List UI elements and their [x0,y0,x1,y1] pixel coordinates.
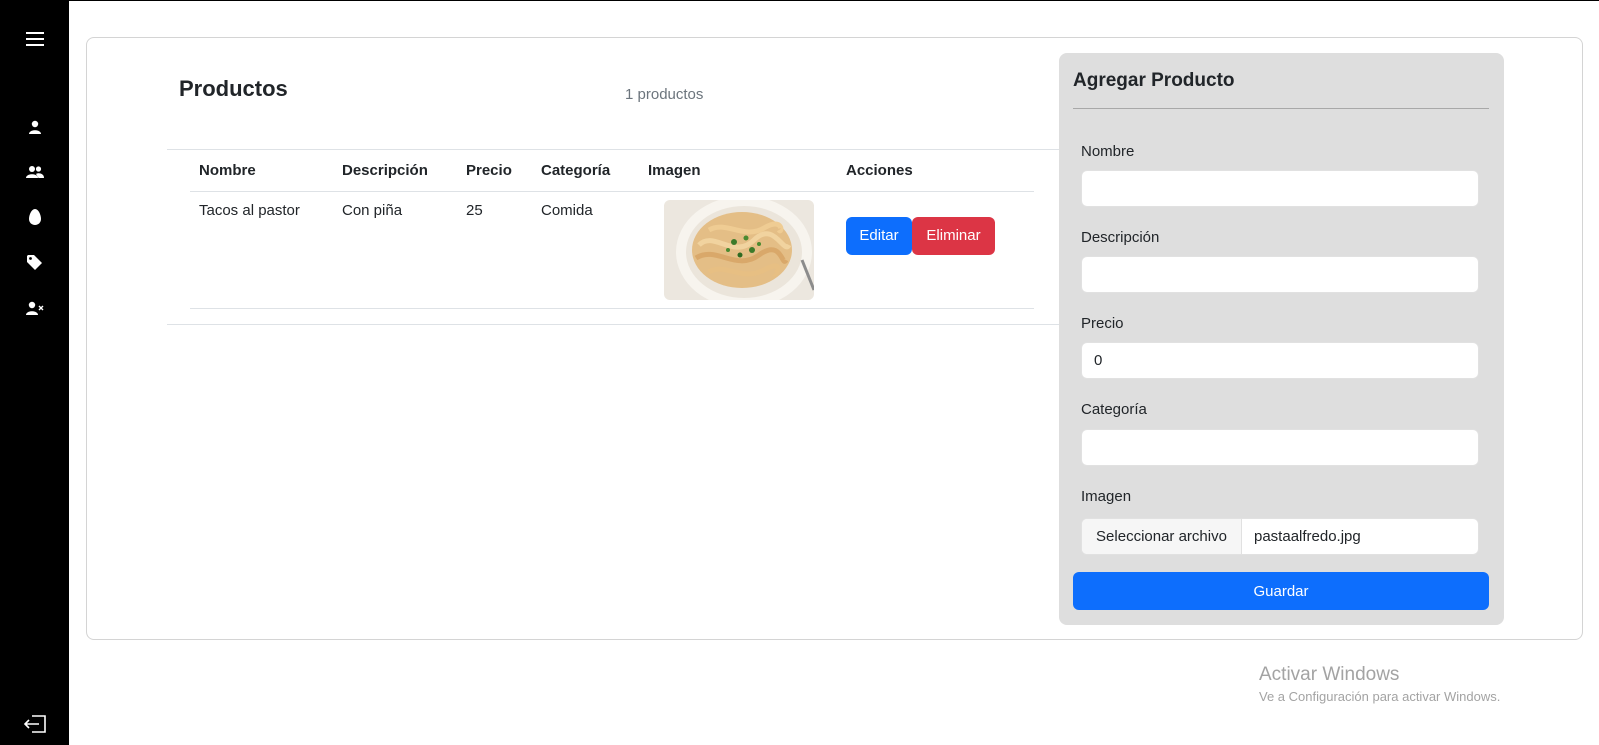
precio-field[interactable] [1081,342,1479,379]
cell-descripcion: Con piña [333,191,457,309]
activation-watermark-title: Activar Windows [1259,664,1400,685]
top-border [0,0,1599,1]
egg-icon[interactable] [0,203,69,231]
cell-precio: 25 [457,191,532,309]
delete-button[interactable]: Eliminar [912,216,995,255]
table-header-row: Nombre Descripción Precio Categoría Imag… [190,151,1034,192]
imagen-label: Imagen [1081,488,1132,505]
logout-icon[interactable] [0,710,69,738]
col-imagen: Imagen [639,151,837,192]
precio-label: Precio [1081,315,1124,332]
save-button[interactable]: Guardar [1073,572,1489,610]
col-acciones: Acciones [837,151,1034,192]
categoria-label: Categoría [1081,401,1147,418]
product-image [664,199,814,300]
categoria-field[interactable] [1081,429,1479,466]
cell-imagen [639,191,837,309]
select-file-button[interactable]: Seleccionar archivo [1082,519,1242,554]
file-input[interactable]: Seleccionar archivo pastaalfredo.jpg [1081,518,1479,555]
descripcion-label: Descripción [1081,229,1160,246]
cell-nombre: Tacos al pastor [190,191,333,309]
product-count: 1 productos [625,86,704,103]
tag-icon[interactable] [0,248,69,276]
divider-bottom [167,324,1059,325]
divider-top [167,149,1059,150]
products-table: Nombre Descripción Precio Categoría Imag… [190,151,1034,309]
activation-watermark-subtitle: Ve a Configuración para activar Windows. [1259,689,1501,704]
panel-divider [1073,108,1489,109]
nombre-label: Nombre [1081,143,1135,160]
nombre-field[interactable] [1081,170,1479,207]
descripcion-field[interactable] [1081,256,1479,293]
user-icon[interactable] [0,113,69,141]
cell-categoria: Comida [532,191,639,309]
add-product-panel: Agregar Producto Nombre Descripción Prec… [1059,53,1504,625]
users-icon[interactable] [0,158,69,186]
cell-acciones: Editar Eliminar [837,191,1034,309]
table-row: Tacos al pastor Con piña 25 Comida Edita… [190,191,1034,309]
user-remove-icon[interactable] [0,294,69,322]
page-title: Productos [179,76,288,101]
sidebar [0,0,69,745]
col-categoria: Categoría [532,151,639,192]
col-precio: Precio [457,151,532,192]
panel-title: Agregar Producto [1073,70,1235,91]
col-nombre: Nombre [190,151,333,192]
file-name: pastaalfredo.jpg [1254,528,1361,545]
edit-button[interactable]: Editar [846,216,912,255]
col-descripcion: Descripción [333,151,457,192]
menu-icon[interactable] [0,25,69,53]
